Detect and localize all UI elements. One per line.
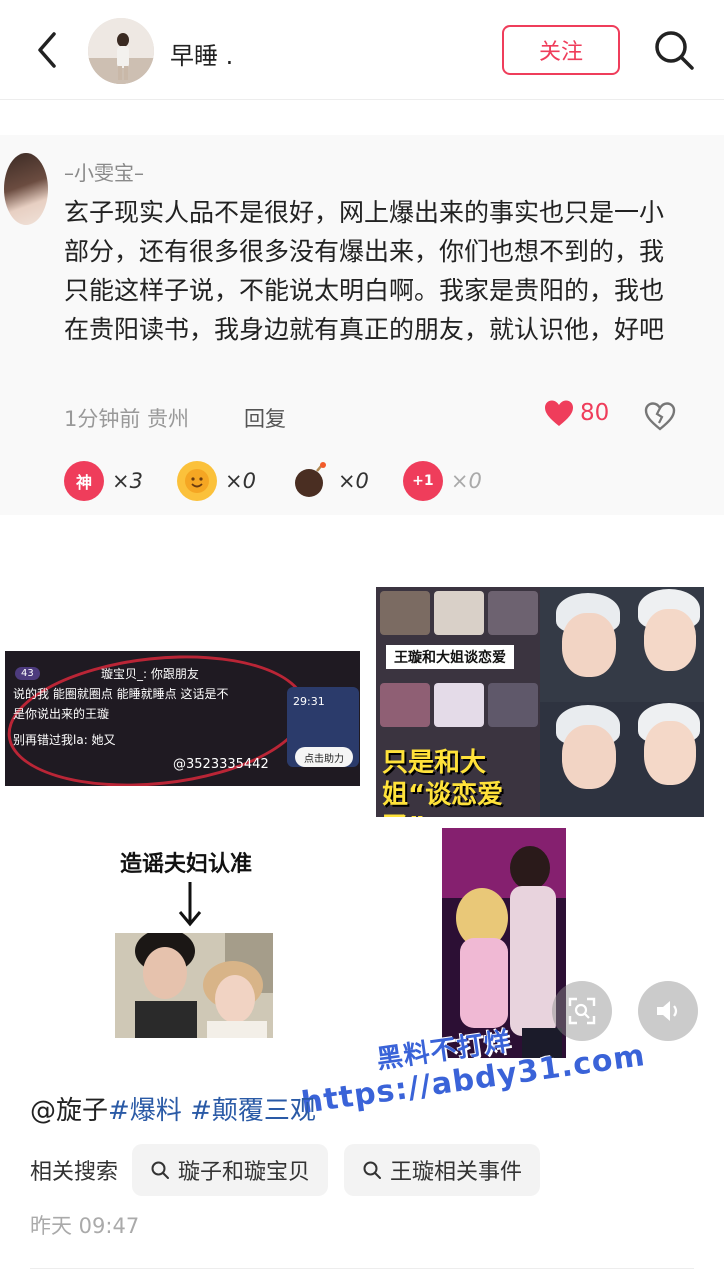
related-search-chip[interactable]: 王璇相关事件 [344,1144,541,1196]
livestream-chat-screenshot[interactable]: 43 璇宝贝_: 你跟朋友 说的我 能圈就圈点 能睡就睡点 这话是不 是你说出来… [5,651,360,786]
comment-meta: 1分钟前 贵州 [64,407,190,431]
arrow-down-icon [178,882,202,927]
scan-search-icon [568,997,596,1025]
commenter-avatar [4,153,48,225]
hashtag-link[interactable]: #颠覆三观 [190,1096,316,1126]
author-username[interactable]: 早睡 . [170,36,233,71]
search-icon [655,31,694,70]
level-badge: 43 [15,667,40,680]
reaction-shen[interactable]: 神 ×3 [64,461,143,501]
reaction-bomb[interactable]: ×0 [290,461,369,501]
chat-line: 说的我 能圈就圈点 能睡就睡点 这话是不 [13,687,229,701]
chat-line: 别再错过我la: 她又 [13,733,116,747]
sun-face-icon [176,461,217,501]
assist-button: 点击助力 [295,747,353,767]
countdown-timer: 29:31 [293,695,325,708]
chat-line: 璇宝贝_: 你跟朋友 [101,667,199,681]
comment-screenshot: –小雯宝– 玄子现实人品不是很好，网上爆出来的事实也只是一小部分，还有很多很多没… [0,135,724,515]
related-search-chip[interactable]: 璇子和璇宝贝 [132,1144,329,1196]
reaction-count: ×0 [337,469,369,493]
shen-badge-icon: 神 [64,461,104,501]
post-timestamp: 昨天 09:47 [30,1214,140,1238]
reply-button[interactable]: 回复 [244,403,286,433]
reaction-row: 神 ×3 ×0 ×0 +1 ×0 [64,461,482,501]
arrow-caption: 造谣夫妇认准 [120,852,253,877]
heart-icon [545,400,573,426]
search-button[interactable] [652,28,696,72]
sound-toggle-button[interactable] [638,981,698,1041]
collage-banner: 王璇和大姐谈恋爱 [386,645,514,669]
mention-link[interactable]: @旋子 [30,1096,108,1126]
broken-heart-icon [644,402,676,431]
author-avatar[interactable] [88,18,154,84]
hashtag-link[interactable]: #爆料 [108,1096,182,1126]
search-icon [151,1161,170,1179]
search-icon [363,1161,382,1179]
reaction-count: ×0 [224,469,256,493]
chat-line: @3523335442 [173,757,269,772]
chat-line: 是你说出来的王璇 [13,707,110,721]
like-button[interactable]: 80 [544,399,609,427]
image-search-button[interactable] [552,981,612,1041]
commenter-name: –小雯宝– [64,161,144,185]
chip-label: 王璇相关事件 [390,1160,523,1185]
top-bar: 早睡 . 关注 [0,0,724,100]
livestream-grid-collage[interactable]: 王璇和大姐谈恋爱 只是和大姐“谈恋爱了” [376,587,704,817]
divider [30,1268,694,1269]
dislike-button[interactable] [644,401,676,435]
reaction-sun[interactable]: ×0 [176,461,256,501]
related-search-label: 相关搜索 [30,1160,119,1185]
comment-text: 玄子现实人品不是很好，网上爆出来的事实也只是一小部分，还有很多很多没有爆出来，你… [64,198,665,344]
related-search: 相关搜索 璇子和璇宝贝 王璇相关事件 [30,1144,556,1196]
collage-headline: 只是和大姐“谈恋爱了” [382,748,504,817]
bomb-icon [290,461,330,501]
chevron-left-icon [38,32,56,68]
couple-photo[interactable] [115,933,273,1038]
speaker-icon [657,1001,678,1021]
back-button[interactable] [30,30,66,70]
follow-button[interactable]: 关注 [502,25,620,75]
post-caption: @旋子#爆料 #颠覆三观 [30,1090,316,1127]
reaction-plus-one[interactable]: +1 ×0 [402,461,482,501]
reaction-count: ×0 [450,469,482,493]
like-count: 80 [580,400,610,426]
plus-one-icon: +1 [402,461,443,501]
reaction-count: ×3 [112,469,143,493]
chip-label: 璇子和璇宝贝 [178,1160,311,1185]
